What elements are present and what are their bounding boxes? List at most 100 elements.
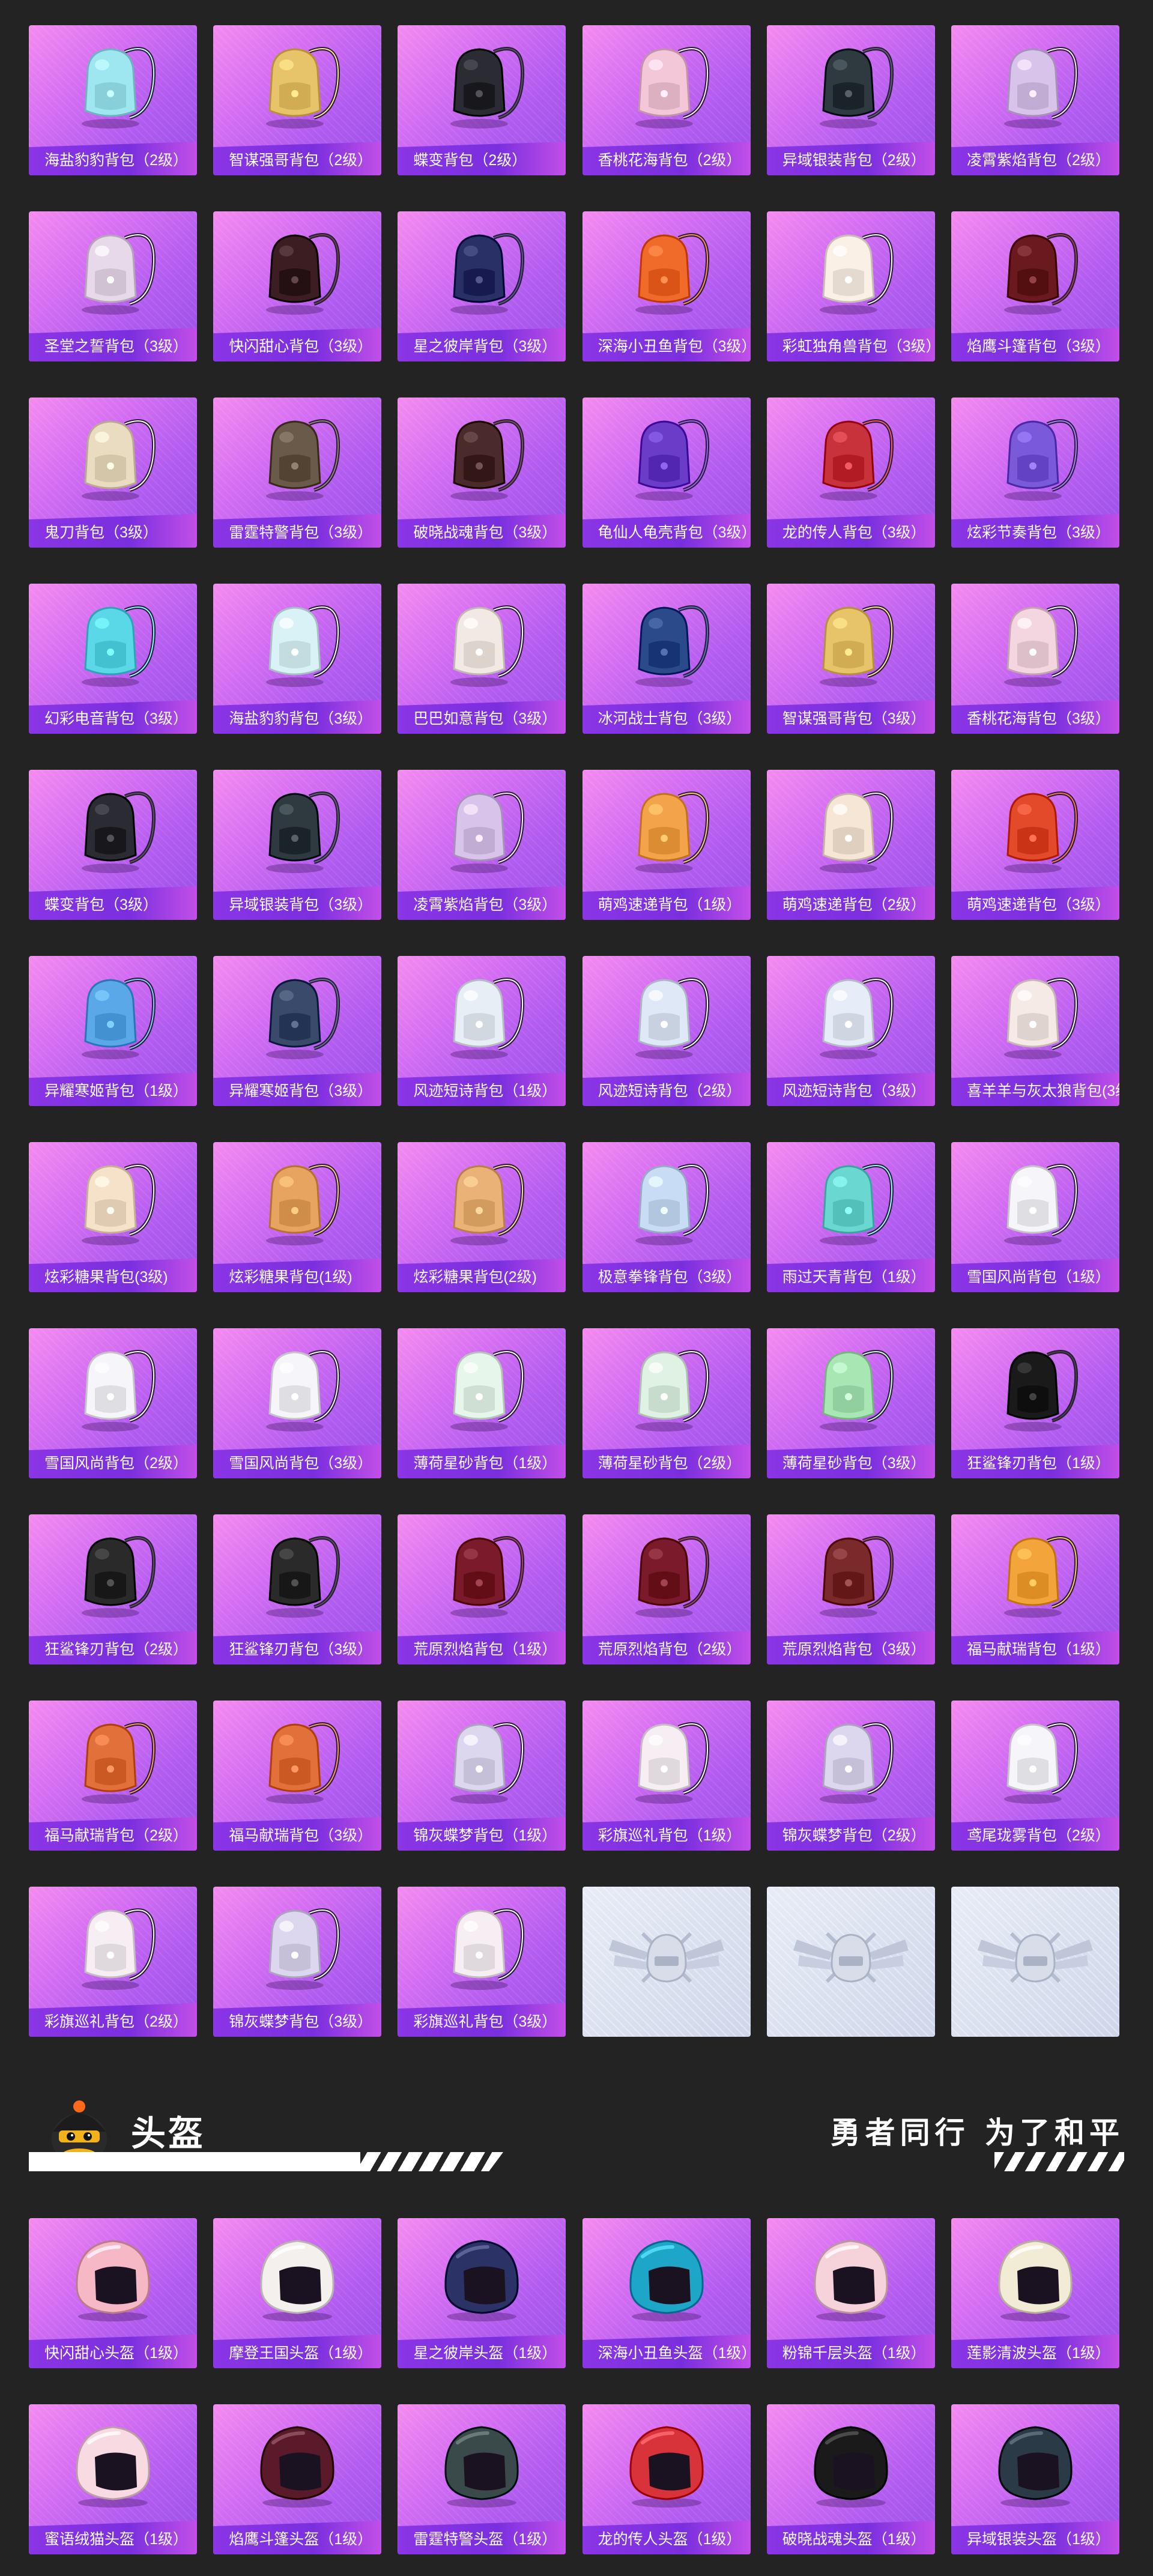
backpack-card[interactable]: 凌霄紫焰背包（3级） xyxy=(398,770,566,920)
backpack-card[interactable]: 荒原烈焰背包（3级） xyxy=(766,1514,935,1664)
donut-icon xyxy=(450,1164,525,1245)
helmet-card[interactable]: 粉锦千层头盔（1级） xyxy=(766,2218,935,2368)
backpack-card[interactable]: 龙的传人背包（3级） xyxy=(766,398,935,548)
horse-icon xyxy=(266,1722,340,1804)
backpack-card[interactable]: 香桃花海背包（3级） xyxy=(951,584,1119,734)
helmet-card[interactable]: 焰鹰斗篷头盔（1级） xyxy=(213,2404,382,2554)
backpack-label: 彩旗巡礼背包（3级） xyxy=(398,2003,566,2037)
backpack-card[interactable]: 风迹短诗背包（1级） xyxy=(398,956,566,1106)
backpack-card[interactable]: 雨过天青背包（1级） xyxy=(766,1142,935,1292)
gem-icon xyxy=(266,1908,340,1990)
backpack-card[interactable]: 异耀寒姬背包（3级） xyxy=(213,956,382,1106)
backpack-label: 幻彩电音背包（3级） xyxy=(29,700,197,734)
backpack-card[interactable]: 异耀寒姬背包（1级） xyxy=(29,956,197,1106)
helmet-card[interactable]: 莲影清波头盔（1级） xyxy=(951,2218,1119,2368)
backpack-card[interactable]: 狂鲨锋刃背包（1级） xyxy=(951,1328,1119,1478)
backpack-card[interactable]: 彩旗巡礼背包（1级） xyxy=(582,1701,751,1851)
helmet-card[interactable]: 蜜语绒猫头盔（1级） xyxy=(29,2404,197,2554)
backpack-card[interactable]: 蝶变背包（2级） xyxy=(398,25,566,175)
backpack-card[interactable]: 海盐豹豹背包（2级） xyxy=(29,25,197,175)
backpack-card[interactable]: 鸢尾珑雾背包（2级） xyxy=(951,1701,1119,1851)
backpack-card[interactable]: 福马献瑞背包（1级） xyxy=(951,1514,1119,1664)
helmet-card[interactable]: 星之彼岸头盔（1级） xyxy=(398,2218,566,2368)
backpack-card[interactable]: 福马献瑞背包（2级） xyxy=(29,1701,197,1851)
backpack-card[interactable]: 炫彩糖果背包(1级) xyxy=(213,1142,382,1292)
backpack-label: 焰鹰斗篷背包（3级） xyxy=(951,328,1119,361)
tote-icon xyxy=(450,1350,525,1432)
backpack-card[interactable]: 海盐豹豹背包（3级） xyxy=(213,584,382,734)
backpack-card[interactable]: 龟仙人龟壳背包（3级） xyxy=(582,398,751,548)
helmet-icon xyxy=(260,2426,334,2508)
backpack-card[interactable]: 风迹短诗背包（3级） xyxy=(766,956,935,1106)
helmet-label: 粉锦千层头盔（1级） xyxy=(766,2335,935,2368)
backpack-card[interactable]: 彩旗巡礼背包（2级） xyxy=(29,1887,197,2037)
backpack-card[interactable]: 异域银装背包（2级） xyxy=(766,25,935,175)
backpack-label: 彩旗巡礼背包（2级） xyxy=(29,2003,197,2037)
backpack-card[interactable]: 圣堂之誓背包（3级） xyxy=(29,211,197,361)
helmet-card[interactable]: 异域银装头盔（1级） xyxy=(951,2404,1119,2554)
backpack-label: 异域银装背包（2级） xyxy=(766,142,935,175)
helmet-card[interactable]: 破晓战魂头盔（1级） xyxy=(766,2404,935,2554)
backpack-card[interactable]: 智谋强哥背包（3级） xyxy=(766,584,935,734)
backpack-card[interactable]: 狂鲨锋刃背包（2级） xyxy=(29,1514,197,1664)
backpack-label: 鸢尾珑雾背包（2级） xyxy=(951,1817,1119,1851)
backpack-card[interactable]: 彩旗巡礼背包（3级） xyxy=(398,1887,566,2037)
backpack-card[interactable]: 雪国风尚背包（3级） xyxy=(213,1328,382,1478)
backpack-card[interactable]: 香桃花海背包（2级） xyxy=(582,25,751,175)
backpack-label: 炫彩糖果背包(2级) xyxy=(398,1259,566,1292)
backpack-card[interactable]: 凌霄紫焰背包（2级） xyxy=(951,25,1119,175)
backpack-card[interactable]: 幻彩电音背包（3级） xyxy=(29,584,197,734)
backpack-card[interactable]: 薄荷星砂背包（2级） xyxy=(582,1328,751,1478)
backpack-icon xyxy=(450,419,525,501)
helmet-card[interactable]: 雷霆特警头盔（1级） xyxy=(398,2404,566,2554)
backpack-card[interactable]: 炫彩糖果背包(3级) xyxy=(29,1142,197,1292)
helmet-card[interactable]: 摩登王国头盔（1级） xyxy=(213,2218,382,2368)
backpack-card[interactable]: 炫彩糖果背包(2级) xyxy=(398,1142,566,1292)
backpack-card[interactable]: 深海小丑鱼背包（3级） xyxy=(582,211,751,361)
helmet-icon xyxy=(998,2426,1073,2508)
backpack-card[interactable]: 雪国风尚背包（1级） xyxy=(951,1142,1119,1292)
backpack-card[interactable]: 彩虹独角兽背包（3级） xyxy=(766,211,935,361)
backpack-card[interactable]: 炫彩节奏背包（3级） xyxy=(951,398,1119,548)
backpack-card[interactable]: 异域银装背包（3级） xyxy=(213,770,382,920)
backpack-card[interactable]: 薄荷星砂背包（1级） xyxy=(398,1328,566,1478)
backpack-card[interactable]: 雷霆特警背包（3级） xyxy=(213,398,382,548)
backpack-card[interactable]: 萌鸡速递背包（3级） xyxy=(951,770,1119,920)
tote-icon xyxy=(1003,1722,1078,1804)
backpack-card[interactable]: 智谋强哥背包（2级） xyxy=(213,25,382,175)
backpack-card[interactable]: 萌鸡速递背包（2级） xyxy=(766,770,935,920)
helmet-card[interactable]: 快闪甜心头盔（1级） xyxy=(29,2218,197,2368)
backpack-card[interactable]: 锦灰蝶梦背包（3级） xyxy=(213,1887,382,2037)
backpack-label: 蝶变背包（2级） xyxy=(398,142,566,175)
backpack-card[interactable]: 焰鹰斗篷背包（3级） xyxy=(951,211,1119,361)
backpack-card[interactable]: 福马献瑞背包（3级） xyxy=(213,1701,382,1851)
backpack-card[interactable]: 雪国风尚背包（2级） xyxy=(29,1328,197,1478)
backpack-card[interactable]: 极意拳锋背包（3级） xyxy=(582,1142,751,1292)
backpack-card[interactable]: 荒原烈焰背包（2级） xyxy=(582,1514,751,1664)
backpack-card[interactable]: 萌鸡速递背包（1级） xyxy=(582,770,751,920)
helmet-card[interactable]: 深海小丑鱼头盔（1级） xyxy=(582,2218,751,2368)
backpack-card[interactable]: 星之彼岸背包（3级） xyxy=(398,211,566,361)
backpack-card[interactable]: 喜羊羊与灰太狼背包(3级) xyxy=(951,956,1119,1106)
backpack-card[interactable]: 破晓战魂背包（3级） xyxy=(398,398,566,548)
helmet-card[interactable]: 龙的传人头盔（1级） xyxy=(582,2404,751,2554)
helmet-section-header: 头盔 勇者同行 为了和平 xyxy=(0,2078,1153,2186)
horse-icon xyxy=(82,1722,156,1804)
backpack-card[interactable]: 巴巴如意背包（3级） xyxy=(398,584,566,734)
backpack-card[interactable]: 蝶变背包（3级） xyxy=(29,770,197,920)
backpack-card[interactable]: 锦灰蝶梦背包（1级） xyxy=(398,1701,566,1851)
unicorn-icon xyxy=(819,233,894,315)
backpack-card[interactable]: 锦灰蝶梦背包（2级） xyxy=(766,1701,935,1851)
backpack-card[interactable]: 风迹短诗背包（2级） xyxy=(582,956,751,1106)
backpack-card[interactable]: 冰河战士背包（3级） xyxy=(582,584,751,734)
placeholder-card xyxy=(951,1887,1119,2037)
backpack-card[interactable]: 薄荷星砂背包（3级） xyxy=(766,1328,935,1478)
backpack-card[interactable]: 狂鲨锋刃背包（3级） xyxy=(213,1514,382,1664)
backpack-icon xyxy=(82,978,156,1059)
backpack-label: 冰河战士背包（3级） xyxy=(582,700,751,734)
backpack-card[interactable]: 快闪甜心背包（3级） xyxy=(213,211,382,361)
backpack-card[interactable]: 鬼刀背包（3级） xyxy=(29,398,197,548)
helmet-icon xyxy=(998,2240,1073,2321)
helmet-bag-icon xyxy=(450,233,525,315)
backpack-card[interactable]: 荒原烈焰背包（1级） xyxy=(398,1514,566,1664)
